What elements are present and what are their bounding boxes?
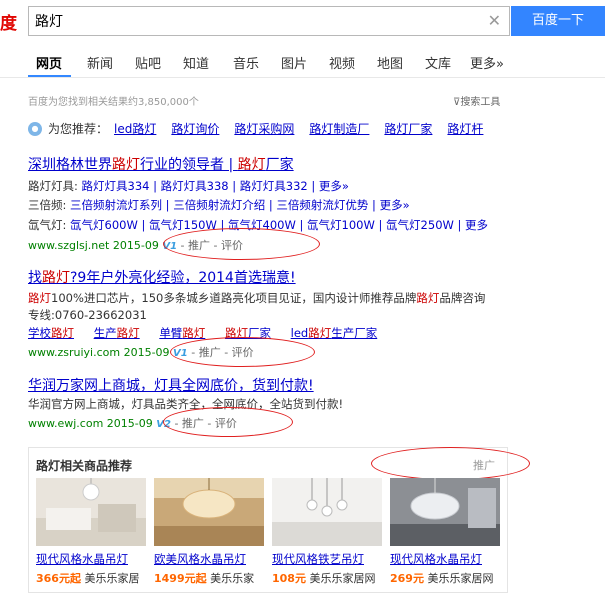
keyword-highlight: 路灯 (182, 326, 206, 340)
product-price: 108元 (272, 572, 306, 585)
result-url[interactable]: www.zsruiyi.com 2015-09 (28, 346, 170, 359)
recommend-row: ● 为您推荐： led路灯 路灯询价 路灯采购网 路灯制造厂 路灯厂家 路灯杆 (28, 120, 498, 137)
keyword-highlight: 路灯 (51, 326, 74, 340)
product-image[interactable] (272, 478, 382, 546)
recommend-link[interactable]: 路灯厂家 (384, 120, 432, 137)
search-box[interactable]: ✕ (28, 6, 510, 36)
tab-web[interactable]: 网页 (36, 53, 62, 72)
result-url[interactable]: www.szglsj.net 2015-09 (28, 239, 159, 252)
result-title[interactable]: 找路灯?9年户外亮化经验，2014首选瑞意! (28, 267, 296, 287)
annotation-circle (163, 228, 320, 260)
keyword-highlight: 路灯 (116, 326, 140, 340)
result-phone: 专线:0760-23662031 (28, 308, 147, 322)
sublink[interactable]: 单臂路灯 (159, 326, 205, 340)
keyword-highlight: 路灯 (112, 157, 140, 173)
annotation-circle (163, 407, 293, 437)
product-card[interactable]: 现代风格水晶吊灯 269元 美乐乐家居网 (390, 478, 500, 586)
keyword-highlight: 路灯 (28, 291, 51, 305)
baidu-logo[interactable]: 度 (0, 9, 17, 34)
tab-images[interactable]: 图片 (281, 53, 307, 72)
result-sublinks-row: 路灯灯具: 路灯灯具334 | 路灯灯具338 | 路灯灯具332 | 更多» (28, 178, 349, 194)
sublink[interactable]: 学校路灯 (28, 326, 74, 340)
recommend-link[interactable]: led路灯 (114, 120, 156, 137)
tab-wenku[interactable]: 文库 (425, 53, 451, 72)
product-image[interactable] (390, 478, 500, 546)
product-card[interactable]: 现代风格水晶吊灯 366元起 美乐乐家居 (36, 478, 146, 586)
product-price-row: 366元起 美乐乐家居 (36, 570, 146, 586)
recommend-link[interactable]: 路灯采购网 (234, 120, 294, 137)
tab-divider (0, 77, 605, 78)
product-shop[interactable]: 美乐乐家居网 (427, 572, 493, 585)
tab-music[interactable]: 音乐 (233, 53, 259, 72)
product-box-title: 路灯相关商品推荐 (36, 459, 133, 473)
sublink[interactable]: led路灯生产厂家 (291, 326, 378, 340)
result-title[interactable]: 华润万家网上商城，灯具全网底价，货到付款! (28, 375, 314, 395)
product-name[interactable]: 现代风格铁艺吊灯 (272, 551, 382, 567)
row-label: 三倍频: (28, 198, 67, 212)
recommend-link[interactable]: 路灯询价 (171, 120, 219, 137)
product-price-row: 108元 美乐乐家居网 (272, 570, 382, 586)
row-label: 路灯灯具: (28, 179, 78, 193)
row-links[interactable]: 路灯灯具334 | 路灯灯具338 | 路灯灯具332 | 更多» (82, 179, 349, 193)
product-card[interactable]: 现代风格铁艺吊灯 108元 美乐乐家居网 (272, 478, 382, 586)
annotation-circle (170, 337, 315, 367)
product-image[interactable] (36, 478, 146, 546)
row-links[interactable]: 三倍频射流灯系列 | 三倍频射流灯介绍 | 三倍频射流灯优势 | 更多» (70, 198, 410, 212)
tab-more[interactable]: 更多» (470, 53, 504, 72)
keyword-highlight: 路灯 (416, 291, 440, 305)
product-price: 269元 (390, 572, 424, 585)
product-image[interactable] (154, 478, 264, 546)
tab-zhidao[interactable]: 知道 (183, 53, 209, 72)
product-price-row: 269元 美乐乐家居网 (390, 570, 500, 586)
product-shop[interactable]: 美乐乐家居 (84, 572, 139, 585)
result-sublinks-row: 三倍频: 三倍频射流灯系列 | 三倍频射流灯介绍 | 三倍频射流灯优势 | 更多… (28, 197, 410, 213)
search-tools[interactable]: ⊽搜索工具 (453, 93, 500, 108)
result-url[interactable]: www.ewj.com 2015-09 (28, 417, 153, 430)
paw-icon: ● (28, 121, 42, 136)
product-price: 1499元起 (154, 572, 207, 585)
recommend-label: 为您推荐： (48, 122, 109, 136)
product-card[interactable]: 欧美风格水晶吊灯 1499元起 美乐乐家 (154, 478, 264, 586)
product-name[interactable]: 欧美风格水晶吊灯 (154, 551, 264, 567)
tab-video[interactable]: 视频 (329, 53, 355, 72)
recommend-link[interactable]: 路灯杆 (447, 120, 483, 137)
tab-tieba[interactable]: 贴吧 (135, 53, 161, 72)
product-name[interactable]: 现代风格水晶吊灯 (36, 551, 146, 567)
keyword-highlight: 路灯 (308, 326, 332, 340)
search-input[interactable] (35, 11, 475, 31)
search-button[interactable]: 百度一下 (511, 6, 605, 36)
clear-icon[interactable]: ✕ (488, 11, 501, 30)
keyword-highlight: 路灯 (42, 270, 70, 286)
tab-news[interactable]: 新闻 (87, 53, 113, 72)
search-tools-label: 搜索工具 (460, 97, 501, 108)
product-price: 366元起 (36, 572, 81, 585)
tab-map[interactable]: 地图 (377, 53, 403, 72)
product-shop[interactable]: 美乐乐家 (210, 572, 254, 585)
result-description: 路灯100%进口芯片，150多条城乡道路亮化项目见证，国内设计师推荐品牌路灯品牌… (28, 291, 486, 305)
row-label: 氙气灯: (28, 218, 67, 232)
result-count: 百度为您找到相关结果约3,850,000个 (28, 97, 199, 108)
product-price-row: 1499元起 美乐乐家 (154, 570, 264, 586)
keyword-highlight: 路灯 (237, 157, 266, 173)
annotation-circle (371, 447, 530, 480)
recommend-link[interactable]: 路灯制造厂 (309, 120, 369, 137)
result-title[interactable]: 深圳格林世界路灯行业的领导者 | 路灯厂家 (28, 154, 294, 174)
sublink[interactable]: 生产路灯 (94, 326, 140, 340)
product-name[interactable]: 现代风格水晶吊灯 (390, 551, 500, 567)
product-shop[interactable]: 美乐乐家居网 (309, 572, 375, 585)
